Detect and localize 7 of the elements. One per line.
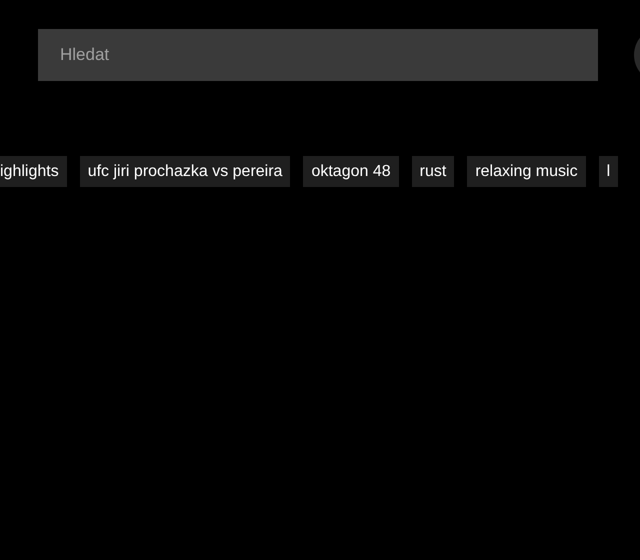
- search-suggestion-chip[interactable]: relaxing music: [467, 156, 586, 187]
- search-suggestion-chip[interactable]: rust: [412, 156, 454, 187]
- search-suggestion-chip[interactable]: l: [598, 156, 618, 187]
- search-suggestion-chip[interactable]: oktagon 48: [303, 156, 399, 187]
- search-suggestion-chip[interactable]: ufc jiri prochazka vs pereira: [80, 156, 290, 187]
- search-field[interactable]: Hledat: [38, 29, 598, 81]
- search-suggestion-chip[interactable]: ighlights: [0, 156, 67, 187]
